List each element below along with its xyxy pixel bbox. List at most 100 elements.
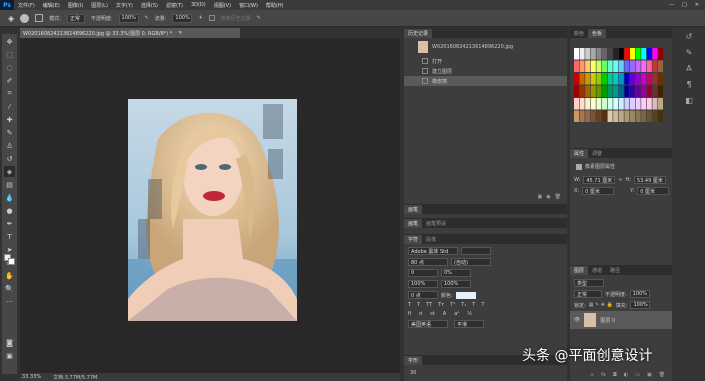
swatch-cell[interactable] [579, 60, 585, 73]
screen-mode-icon[interactable]: ▣ [4, 350, 15, 361]
mode-select[interactable]: 正常 [66, 13, 85, 23]
history-item[interactable]: 建立图层 [404, 66, 567, 76]
swatch-cell[interactable] [613, 85, 619, 98]
brush-tool-icon[interactable]: ✎ [4, 127, 15, 138]
tab-paragraph[interactable]: 段落 [422, 235, 440, 244]
swatch-cell[interactable] [602, 73, 607, 85]
swatch-cell[interactable] [635, 98, 641, 110]
trash-icon[interactable]: 🗑 [555, 194, 561, 202]
airbrush-icon[interactable]: ✈ [198, 15, 202, 21]
language-select[interactable]: 美国英语 [408, 320, 448, 328]
healing-tool-icon[interactable]: ✚ [4, 114, 15, 125]
swatch-cell[interactable] [579, 73, 585, 85]
swatch-cell[interactable] [624, 110, 630, 123]
swatch-cell[interactable] [624, 48, 630, 60]
layer-name[interactable]: 图层 0 [600, 317, 615, 324]
swatch-cell[interactable] [590, 73, 596, 85]
menu-select[interactable]: 选择(S) [137, 2, 162, 9]
swatch-cell[interactable] [646, 98, 652, 110]
crop-tool-icon[interactable]: ⌗ [4, 88, 15, 99]
swatch-cell[interactable] [635, 60, 641, 73]
swatch-cell[interactable] [590, 110, 596, 123]
tab-adjustments[interactable]: 调整 [588, 149, 606, 158]
titling-button[interactable]: A [443, 311, 446, 317]
swatch-cell[interactable] [579, 110, 585, 123]
swatch-cell[interactable] [658, 48, 663, 60]
swatch-cell[interactable] [585, 85, 591, 98]
faux-bold-button[interactable]: T [408, 302, 411, 308]
eraser-tool-icon[interactable]: ◈ [8, 14, 14, 23]
swatch-cell[interactable] [618, 60, 624, 73]
adjustment-icon[interactable]: ◐ [624, 372, 628, 378]
swatch-cell[interactable] [590, 48, 596, 60]
link-layers-icon[interactable]: ∞ [590, 372, 594, 378]
pressure-opacity-icon[interactable]: ✎ [145, 15, 149, 21]
tab-properties[interactable]: 属性 [570, 149, 589, 158]
swatch-cell[interactable] [613, 98, 619, 110]
swatch-cell[interactable] [658, 110, 663, 123]
swatch-cell[interactable] [585, 110, 591, 123]
swatch-cell[interactable] [574, 73, 579, 85]
quick-mask-icon[interactable]: ◙ [4, 337, 15, 348]
swatch-cell[interactable] [641, 85, 647, 98]
close-tab-icon[interactable]: ✕ [178, 30, 182, 36]
move-tool-icon[interactable]: ✥ [4, 36, 15, 47]
subscript-button[interactable]: T₁ [461, 302, 466, 308]
kerning-input[interactable]: 0 [408, 269, 438, 277]
hand-tool-icon[interactable]: ✋ [4, 270, 15, 281]
pressure-size-icon[interactable]: ✎ [257, 15, 261, 21]
swatch-cell[interactable] [596, 48, 602, 60]
swatch-cell[interactable] [624, 98, 630, 110]
group-icon[interactable]: ▭ [635, 372, 640, 378]
tab-brush[interactable]: 画笔 [404, 205, 423, 214]
swatch-cell[interactable] [590, 98, 596, 110]
document-info[interactable]: 文档:3.77M/5.77M [53, 374, 97, 381]
tab-history[interactable]: 历史记录 [404, 29, 433, 38]
swatch-cell[interactable] [602, 48, 607, 60]
swatch-cell[interactable] [624, 85, 630, 98]
lock-icons[interactable]: ▦ ✎ ✥ 🔒 [589, 302, 613, 308]
document-image[interactable] [128, 99, 297, 321]
swatch-cell[interactable] [596, 73, 602, 85]
minimize-button[interactable]: — [669, 2, 674, 8]
swatch-cell[interactable] [658, 60, 663, 73]
swatch-cell[interactable] [635, 48, 641, 60]
history-item[interactable]: 打开 [404, 56, 567, 66]
all-caps-button[interactable]: TT [426, 302, 432, 308]
swatch-cell[interactable] [574, 98, 579, 110]
zoom-level[interactable]: 33.33% [22, 374, 41, 380]
swatch-cell[interactable] [618, 48, 624, 60]
baseline-shift-input[interactable]: 0 点 [408, 291, 438, 299]
faux-italic-button[interactable]: T [417, 302, 420, 308]
history-snapshot[interactable]: W020160824213614896220.jpg [404, 38, 567, 56]
tab-layers[interactable]: 图层 [570, 266, 589, 275]
height-input[interactable]: 53.49 厘米 [633, 176, 666, 184]
tab-paths[interactable]: 路径 [606, 266, 624, 275]
swatch-cell[interactable] [641, 73, 647, 85]
menu-filter[interactable]: 滤镜(T) [162, 2, 187, 9]
antialias-select[interactable]: 平滑 [454, 320, 484, 328]
gradient-tool-icon[interactable]: ▤ [4, 179, 15, 190]
fx-icon[interactable]: fx [601, 372, 606, 378]
menu-file[interactable]: 文件(F) [14, 2, 39, 9]
swatch-cell[interactable] [641, 98, 647, 110]
swatch-cell[interactable] [613, 73, 619, 85]
swatch-cell[interactable] [602, 85, 607, 98]
swatch-cell[interactable] [579, 48, 585, 60]
font-size-input[interactable]: 80 点 [408, 258, 448, 266]
tab-glyphs[interactable]: 字形 [404, 356, 423, 365]
layer-filter-select[interactable]: 类型 [574, 279, 604, 287]
swatch-cell[interactable] [646, 85, 652, 98]
background-color-swatch[interactable] [8, 258, 15, 265]
stamp-tool-icon[interactable]: ♙ [4, 140, 15, 151]
swatch-cell[interactable] [646, 110, 652, 123]
layer-row[interactable]: 👁 图层 0 [570, 311, 672, 329]
swatch-cell[interactable] [618, 73, 624, 85]
swatch-cell[interactable] [630, 60, 635, 73]
tab-color[interactable]: 颜色 [570, 29, 588, 38]
underline-button[interactable]: T [472, 302, 475, 308]
swatch-cell[interactable] [590, 85, 596, 98]
layer-opacity-input[interactable]: 100% [629, 290, 650, 298]
text-color-swatch[interactable] [455, 291, 476, 299]
swatch-cell[interactable] [652, 110, 658, 123]
